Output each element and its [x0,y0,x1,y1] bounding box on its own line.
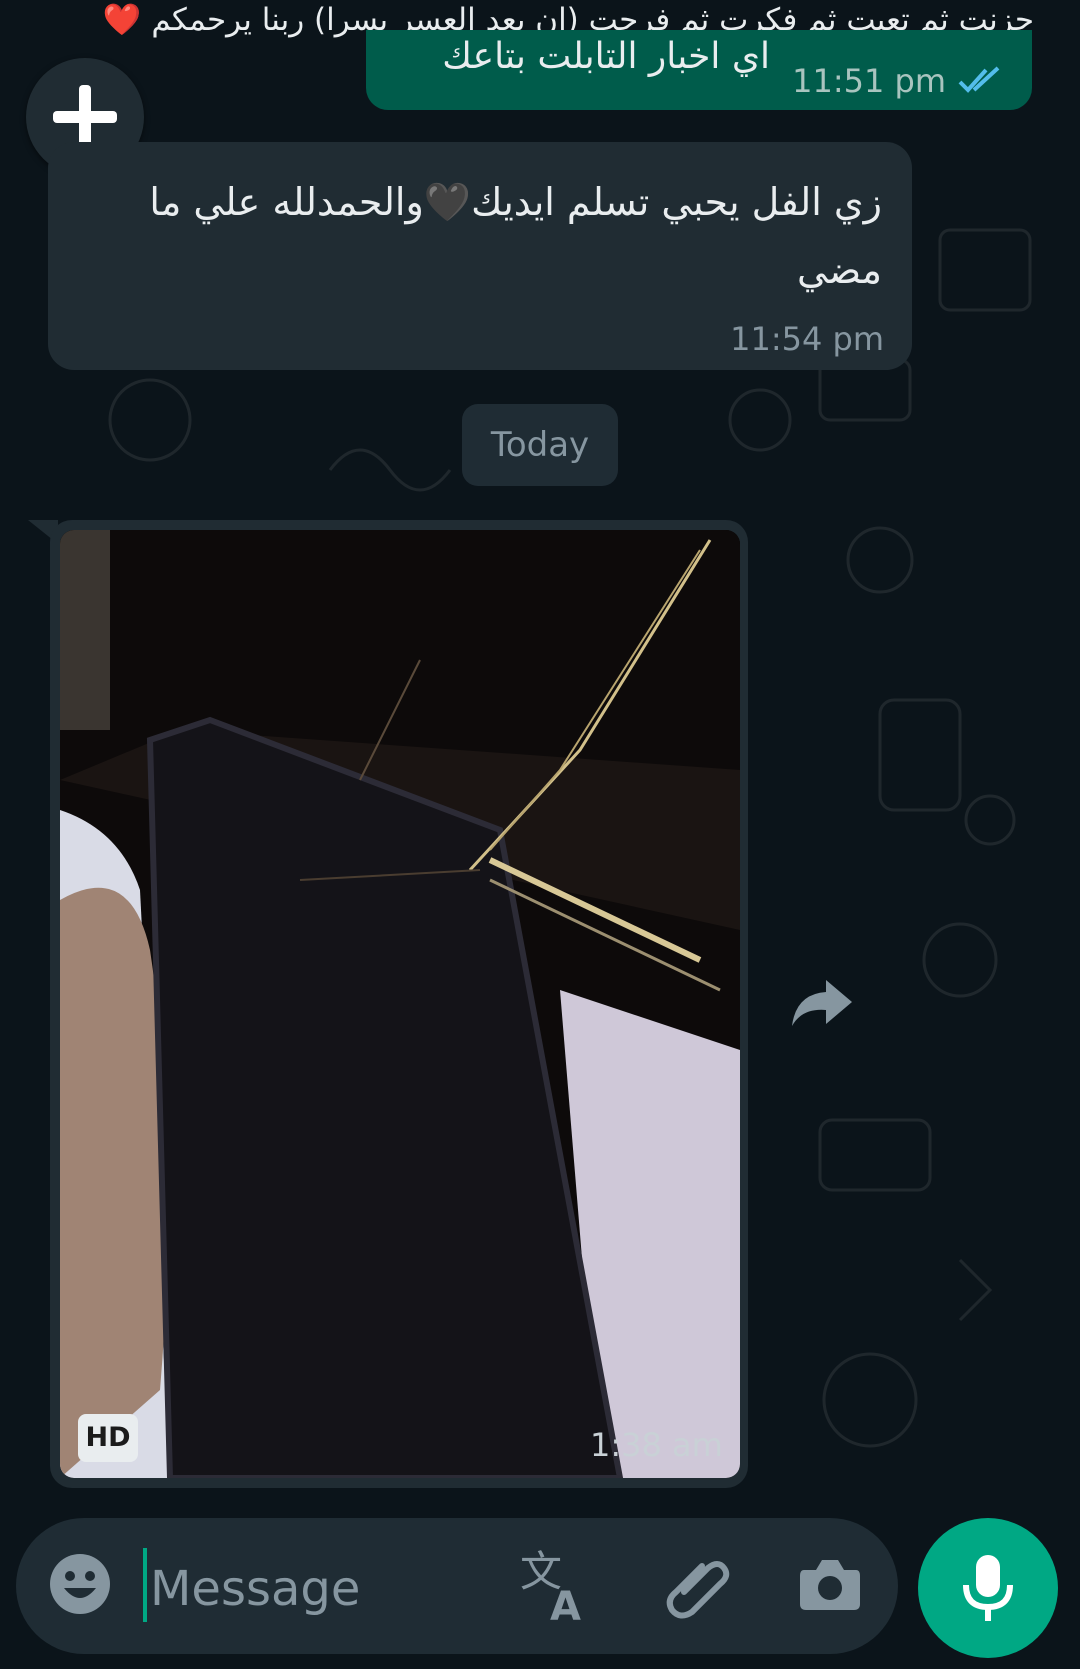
plus-icon [53,85,117,149]
cracked-tablet-image [60,530,740,1478]
svg-text:A: A [550,1584,581,1624]
forward-icon[interactable] [790,974,854,1030]
photo-thumbnail[interactable] [60,530,740,1478]
black-heart-emoji-icon: 🖤 [423,180,472,224]
message-input[interactable] [148,1552,512,1626]
message-time: 11:51 pm [792,62,946,100]
message-text-part: زي الفل يحبي تسلم ايديك [471,180,882,224]
hd-badge: HD [78,1414,138,1462]
date-divider: Today [462,404,618,486]
message-text: زي الفل يحبي تسلم ايديك🖤والحمدلله علي ما… [82,168,882,304]
message-text: اي اخبار التابلت بتاعك [442,36,770,77]
text-cursor [143,1548,147,1622]
voice-record-button[interactable] [918,1518,1058,1658]
microphone-icon [963,1555,1013,1621]
message-time: 11:54 pm [730,320,884,358]
emoji-icon[interactable] [48,1552,112,1616]
outgoing-message-bubble[interactable]: اي اخبار التابلت بتاعك 11:51 pm [366,30,1032,110]
translate-icon[interactable]: 文 A [520,1548,592,1624]
message-time: 1:38 am [590,1426,723,1464]
read-ticks-icon [958,66,1000,93]
camera-icon[interactable] [798,1552,862,1616]
paperclip-icon[interactable] [664,1552,732,1620]
incoming-message-bubble[interactable]: زي الفل يحبي تسلم ايديك🖤والحمدلله علي ما… [48,142,912,370]
heart-emoji-icon: ❤️ [102,2,142,38]
